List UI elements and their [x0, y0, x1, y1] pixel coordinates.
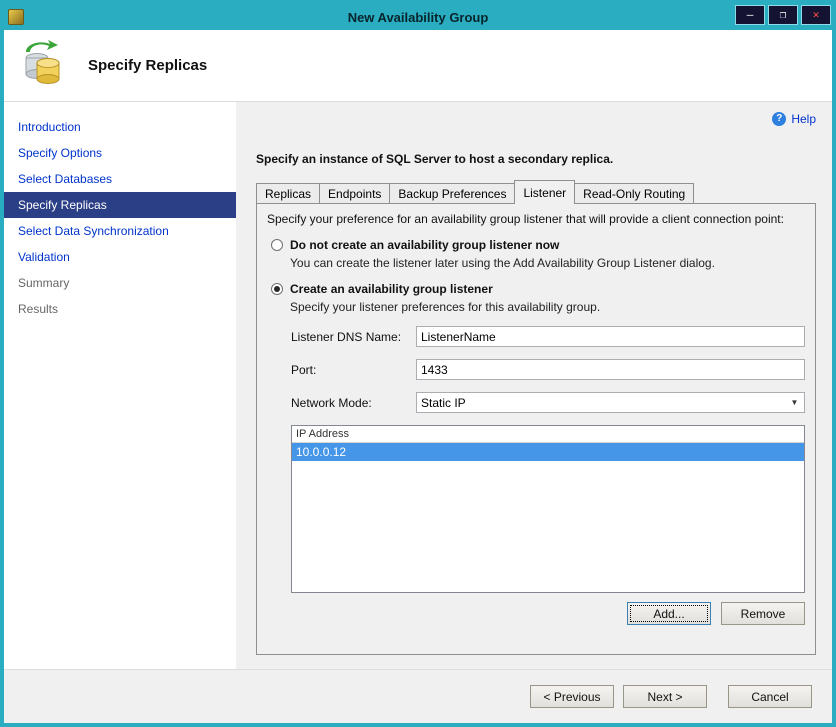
- chevron-down-icon: ▼: [790, 398, 799, 407]
- close-button[interactable]: ✕: [801, 5, 831, 25]
- sidebar-item-summary: Summary: [18, 276, 70, 290]
- tab-listener[interactable]: Listener: [514, 180, 576, 204]
- radio-create-listener-label: Create an availability group listener: [290, 282, 493, 296]
- sidebar-item-introduction[interactable]: Introduction: [4, 114, 236, 140]
- ip-address-list[interactable]: IP Address 10.0.0.12: [291, 425, 805, 593]
- window-title: New Availability Group: [347, 9, 489, 25]
- network-mode-value: Static IP: [421, 395, 466, 410]
- help-label: Help: [791, 112, 816, 126]
- wizard-header: Specify Replicas: [4, 30, 832, 102]
- sidebar-item-results: Results: [18, 302, 59, 316]
- radio-no-listener-label: Do not create an availability group list…: [290, 238, 560, 252]
- tab-backup-preferences[interactable]: Backup Preferences: [389, 183, 516, 203]
- radio-no-listener-icon[interactable]: [271, 239, 283, 251]
- sidebar-item-specify-replicas[interactable]: Specify Replicas: [4, 192, 236, 218]
- radio-no-listener-desc: You can create the listener later using …: [290, 256, 715, 270]
- tab-read-only-routing[interactable]: Read-Only Routing: [574, 183, 695, 203]
- radio-create-listener-icon[interactable]: [271, 283, 283, 295]
- network-mode-select[interactable]: Static IP ▼: [416, 392, 805, 413]
- minimize-button[interactable]: —: [735, 5, 765, 25]
- ip-list-column-header: IP Address: [292, 426, 804, 443]
- cancel-button[interactable]: Cancel: [728, 685, 812, 708]
- help-icon: ?: [772, 112, 787, 126]
- add-button[interactable]: Add...: [627, 602, 711, 625]
- network-mode-label: Network Mode:: [291, 395, 372, 410]
- radio-option-no-listener[interactable]: Do not create an availability group list…: [271, 238, 805, 252]
- tab-strip: Replicas Endpoints Backup Preferences Li…: [256, 180, 816, 204]
- next-button[interactable]: Next >: [623, 685, 707, 708]
- database-replica-icon: [18, 38, 68, 93]
- listener-intro-text: Specify your preference for an availabil…: [267, 212, 784, 226]
- maximize-button[interactable]: ❐: [768, 5, 798, 25]
- app-icon: [8, 9, 24, 25]
- sidebar-item-validation[interactable]: Validation: [4, 244, 236, 270]
- sidebar-item-specify-options[interactable]: Specify Options: [4, 140, 236, 166]
- sidebar-item-select-data-synchronization[interactable]: Select Data Synchronization: [4, 218, 236, 244]
- page-title: Specify Replicas: [88, 57, 208, 74]
- port-label: Port:: [291, 362, 317, 377]
- tab-endpoints[interactable]: Endpoints: [319, 183, 391, 203]
- instruction-text: Specify an instance of SQL Server to hos…: [256, 152, 614, 166]
- dns-name-label: Listener DNS Name:: [291, 329, 402, 344]
- help-link[interactable]: ? Help: [246, 110, 816, 128]
- new-availability-group-dialog: New Availability Group — ❐ ✕ Specify Rep…: [0, 0, 836, 727]
- remove-button[interactable]: Remove: [721, 602, 805, 625]
- radio-create-listener-desc: Specify your listener preferences for th…: [290, 300, 601, 314]
- dns-name-input[interactable]: [416, 326, 805, 347]
- radio-option-create-listener[interactable]: Create an availability group listener: [271, 282, 805, 296]
- previous-button[interactable]: < Previous: [530, 685, 614, 708]
- port-input[interactable]: [416, 359, 805, 380]
- window-controls: — ❐ ✕: [735, 5, 831, 25]
- tab-replicas[interactable]: Replicas: [256, 183, 321, 203]
- wizard-footer: < Previous Next > Cancel: [4, 669, 832, 723]
- ip-list-item[interactable]: 10.0.0.12: [292, 443, 804, 461]
- title-bar[interactable]: New Availability Group — ❐ ✕: [4, 4, 832, 30]
- wizard-steps-sidebar: Introduction Specify Options Select Data…: [4, 102, 236, 669]
- sidebar-item-select-databases[interactable]: Select Databases: [4, 166, 236, 192]
- listener-tab-panel: Specify your preference for an availabil…: [256, 203, 816, 655]
- main-pane: ? Help Specify an instance of SQL Server…: [236, 102, 832, 669]
